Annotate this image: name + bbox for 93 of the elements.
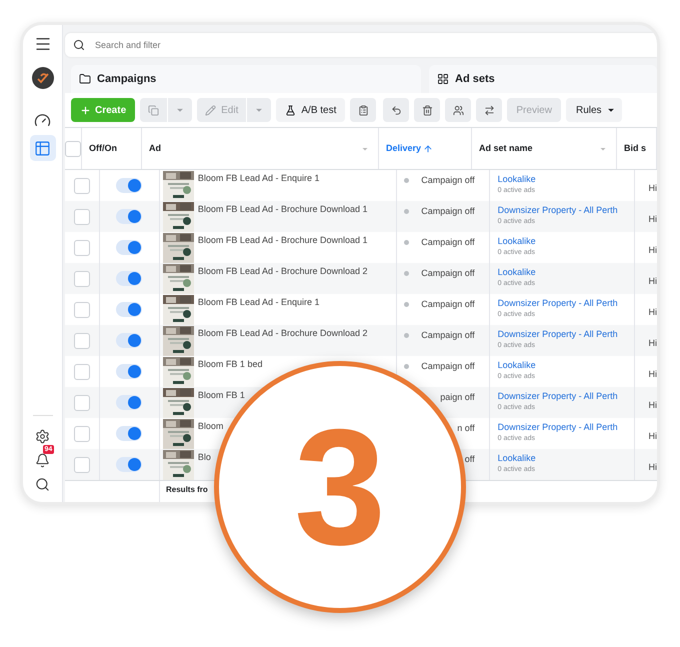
- bid-cell: Hi: [648, 183, 657, 193]
- column-header[interactable]: Bid s: [617, 128, 657, 169]
- tab[interactable]: Campaigns: [71, 65, 421, 93]
- bid-cell: Hi: [648, 276, 657, 286]
- gauge-icon: [34, 112, 51, 128]
- row-checkbox[interactable]: [74, 270, 90, 286]
- delivery-status: Campaign off: [421, 206, 475, 217]
- row-checkbox[interactable]: [74, 456, 90, 472]
- row-checkbox[interactable]: [74, 240, 90, 256]
- delivery-status: n off: [457, 423, 475, 434]
- toggle-switch[interactable]: [116, 364, 142, 379]
- delivery-status: Campaign off: [421, 299, 475, 310]
- bid-cell: Hi: [648, 338, 657, 348]
- ad-name[interactable]: Bloom FB Lead Ad - Brochure Download 2: [198, 328, 368, 339]
- toggle-switch[interactable]: [116, 457, 142, 472]
- toggle-switch[interactable]: [116, 302, 142, 317]
- search-bar[interactable]: Search and filter: [65, 33, 657, 57]
- bid-cell: Hi: [648, 400, 657, 410]
- plus-icon: [80, 104, 91, 116]
- menu-icon[interactable]: [34, 35, 52, 53]
- undo-icon[interactable]: [383, 98, 410, 122]
- search-field[interactable]: Search and filter: [95, 35, 649, 55]
- settings-icon[interactable]: [35, 428, 50, 444]
- ad-name[interactable]: Bloom FB 1 bed: [198, 359, 262, 370]
- bid-cell: Hi: [648, 462, 657, 472]
- ad-name[interactable]: Bloom FB Lead Ad - Enquire 1: [198, 297, 320, 308]
- row-checkbox[interactable]: [74, 208, 90, 224]
- ad-set-link[interactable]: Lookalike: [498, 360, 634, 371]
- grid-icon: [437, 73, 449, 85]
- ad-set-link[interactable]: Lookalike: [498, 267, 634, 278]
- clipboard-icon[interactable]: [350, 98, 376, 122]
- delivery-status: Campaign off: [421, 330, 475, 341]
- ad-name[interactable]: Bloom FB 1: [198, 390, 245, 401]
- ad-set-link[interactable]: Downsizer Property - All Perth: [498, 422, 634, 433]
- ad-name[interactable]: Blo: [198, 452, 211, 463]
- toggle-switch[interactable]: [116, 395, 142, 410]
- column-header[interactable]: Delivery: [379, 128, 472, 169]
- ab-test-button[interactable]: A/B test: [276, 98, 346, 122]
- bid-cell: Hi: [648, 245, 657, 255]
- delivery-status: off: [464, 454, 475, 465]
- bid-cell: Hi: [648, 369, 657, 379]
- flask-icon: [285, 104, 296, 116]
- ad-name[interactable]: Bloom FB Lead Ad - Brochure Download 1: [198, 204, 368, 215]
- row-checkbox[interactable]: [74, 332, 90, 348]
- toggle-switch[interactable]: [116, 178, 142, 193]
- ad-name[interactable]: Bloom FB Lead Ad - Brochure Download 1: [198, 235, 368, 246]
- ad-set-link[interactable]: Lookalike: [498, 236, 634, 247]
- select-all-checkbox[interactable]: [65, 140, 81, 156]
- ad-set-link[interactable]: Downsizer Property - All Perth: [498, 205, 634, 216]
- column-header[interactable]: Off/On: [82, 128, 142, 169]
- results-summary: Results fro: [165, 484, 208, 496]
- row-checkbox[interactable]: [74, 178, 90, 194]
- delivery-status: Campaign off: [421, 237, 475, 248]
- ad-set-link[interactable]: Lookalike: [498, 174, 634, 185]
- ad-set-link[interactable]: Downsizer Property - All Perth: [498, 391, 634, 402]
- bid-cell: Hi: [648, 431, 657, 441]
- bell-icon[interactable]: [35, 452, 50, 468]
- bid-cell: Hi: [648, 307, 657, 317]
- ad-set-link[interactable]: Downsizer Property - All Perth: [498, 298, 634, 309]
- trash-icon[interactable]: [414, 98, 440, 122]
- row-checkbox[interactable]: [74, 394, 90, 410]
- ad-name[interactable]: Bloom FB Lead Ad - Brochure Download 2: [198, 266, 368, 277]
- ad-name[interactable]: Bloom: [198, 421, 224, 432]
- delivery-status: Campaign off: [421, 175, 475, 186]
- search-icon: [73, 39, 85, 51]
- folder-icon: [79, 73, 91, 85]
- copy-icon: [148, 104, 160, 116]
- row-checkbox[interactable]: [74, 426, 90, 442]
- tab[interactable]: Ad sets: [429, 65, 657, 93]
- ad-set-link[interactable]: Lookalike: [498, 453, 634, 464]
- swap-icon[interactable]: [476, 98, 502, 122]
- ad-name[interactable]: Bloom FB Lead Ad - Enquire 1: [198, 173, 320, 184]
- row-checkbox[interactable]: [74, 302, 90, 318]
- delivery-status: Campaign off: [421, 268, 475, 279]
- table-icon: [34, 140, 51, 156]
- pencil-icon: [205, 104, 216, 116]
- row-checkbox[interactable]: [74, 364, 90, 380]
- delivery-status: Campaign off: [421, 361, 475, 372]
- search-icon[interactable]: [35, 476, 50, 492]
- people-icon[interactable]: [445, 98, 472, 122]
- rules-button[interactable]: Rules: [566, 98, 622, 122]
- toggle-switch[interactable]: [116, 426, 142, 441]
- delivery-status: paign off: [440, 392, 475, 403]
- toggle-switch[interactable]: [116, 271, 142, 286]
- avatar-icon[interactable]: [32, 67, 54, 89]
- ad-set-link[interactable]: Downsizer Property - All Perth: [498, 329, 634, 340]
- toggle-switch[interactable]: [116, 240, 142, 255]
- toggle-switch[interactable]: [116, 209, 142, 224]
- toggle-switch[interactable]: [116, 333, 142, 348]
- column-header[interactable]: Ad set name: [472, 128, 617, 169]
- bid-cell: Hi: [648, 214, 657, 224]
- sort-arrow-icon: [423, 144, 434, 154]
- column-header[interactable]: Ad: [142, 128, 379, 169]
